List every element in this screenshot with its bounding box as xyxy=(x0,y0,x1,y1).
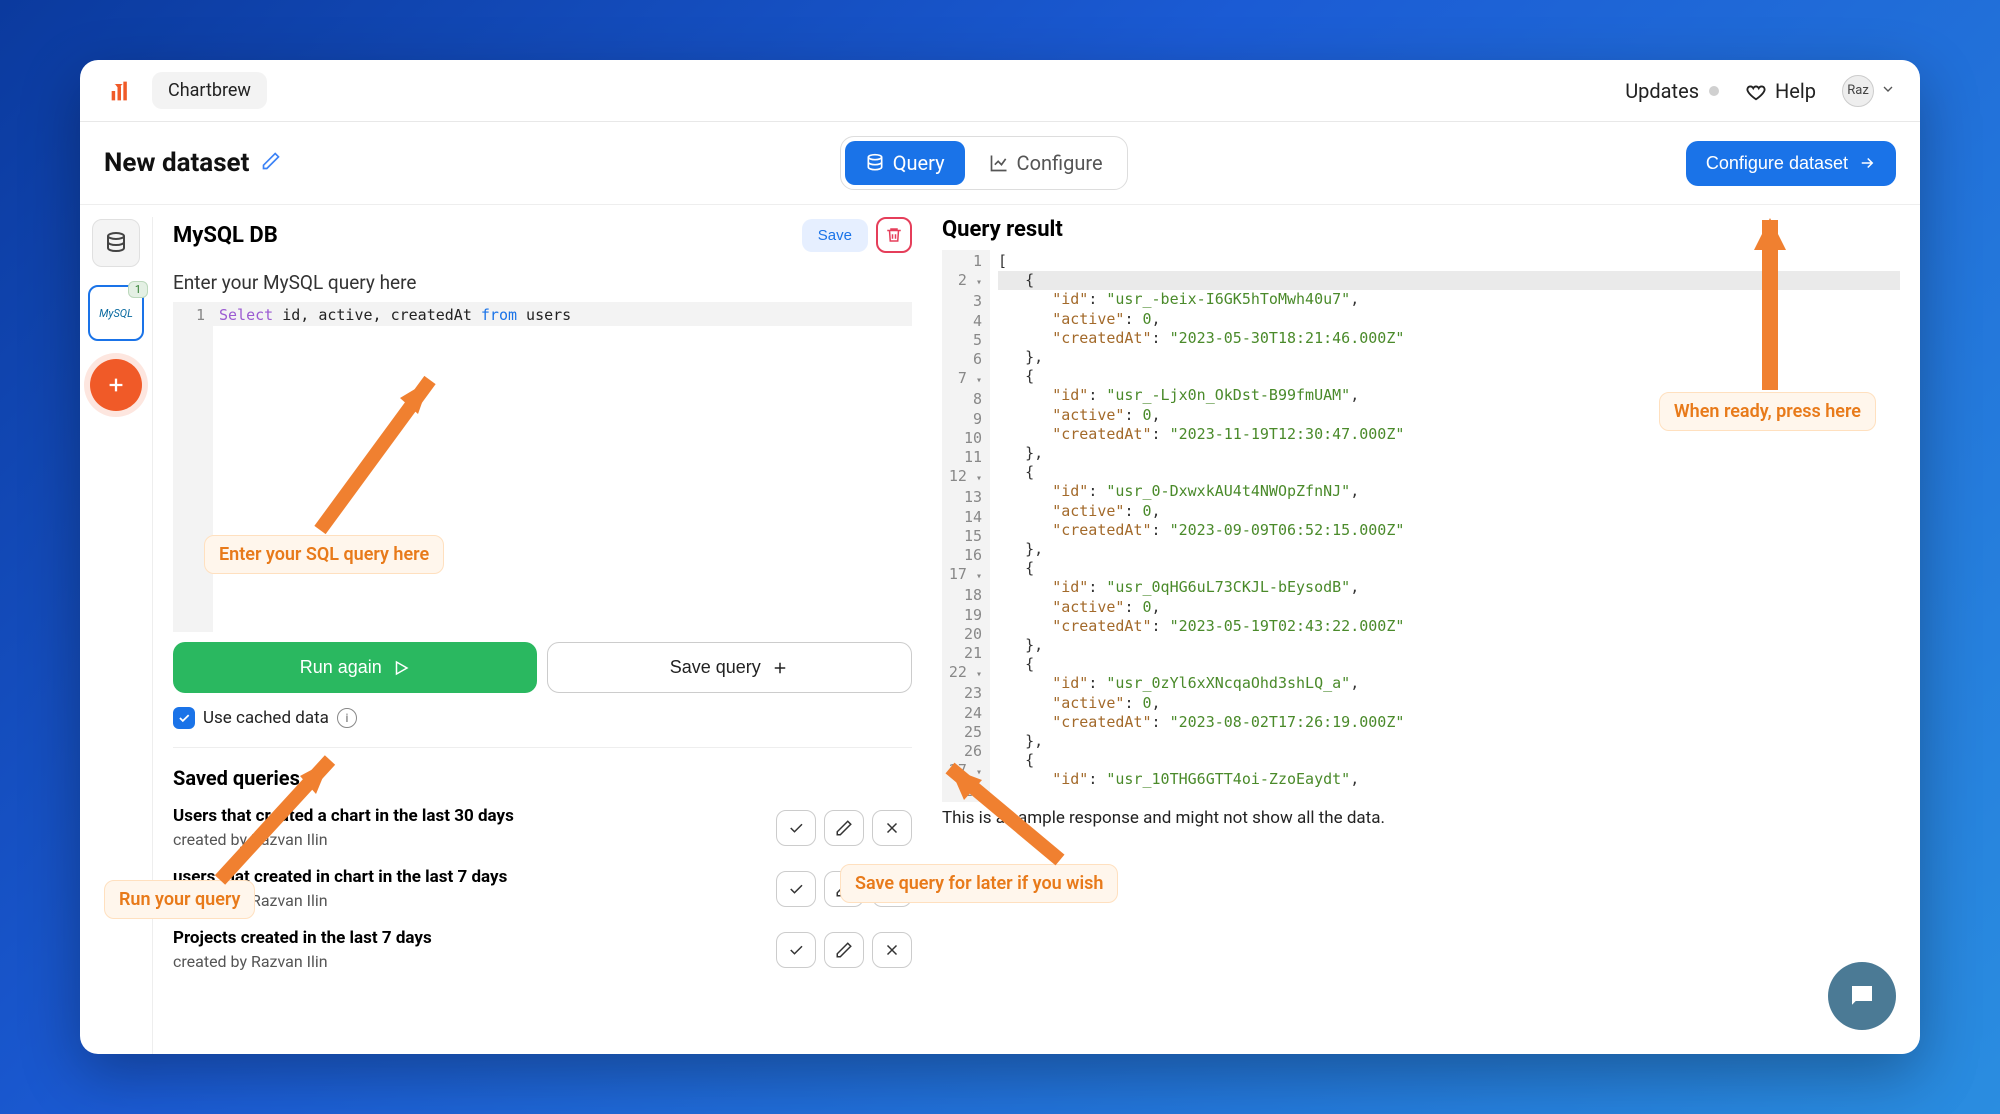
page-title: New dataset xyxy=(104,148,249,178)
connection-title: MySQL DB xyxy=(173,223,278,248)
pencil-icon xyxy=(835,941,853,959)
result-viewer[interactable]: 12 ▾34567 ▾89101112 ▾1314151617 ▾1819202… xyxy=(942,250,1900,802)
pencil-icon xyxy=(835,819,853,837)
help-link[interactable]: Help xyxy=(1745,79,1816,103)
edit-query-button[interactable] xyxy=(824,810,864,846)
play-icon xyxy=(392,659,410,677)
query-label: Enter your MySQL query here xyxy=(173,271,912,294)
saved-query-row: Projects created in the last 7 days crea… xyxy=(173,922,912,983)
user-menu[interactable]: Raz xyxy=(1842,75,1896,107)
trash-icon xyxy=(885,226,903,244)
pencil-icon[interactable] xyxy=(261,151,281,175)
cached-checkbox[interactable] xyxy=(173,707,195,729)
configure-dataset-button[interactable]: Configure dataset xyxy=(1686,141,1896,186)
remove-query-button[interactable] xyxy=(872,810,912,846)
chat-button[interactable] xyxy=(1828,962,1896,1030)
chart-icon xyxy=(989,153,1009,173)
save-query-button[interactable]: Save query xyxy=(547,642,913,693)
rail-card-label: MySQL xyxy=(99,307,133,320)
query-result-title: Query result xyxy=(942,217,1900,242)
tab-group: Query Configure xyxy=(840,136,1128,190)
left-rail: MySQL 1 xyxy=(80,205,152,1054)
subheader: New dataset Query Configure Configure da… xyxy=(80,122,1920,205)
logo-icon xyxy=(104,74,138,108)
tab-configure-label: Configure xyxy=(1017,151,1103,175)
configure-dataset-label: Configure dataset xyxy=(1706,153,1848,174)
editor-line: Select id, active, createdAt from users xyxy=(213,302,912,326)
saved-query-author: created by Razvan Ilin xyxy=(173,830,514,849)
database-icon xyxy=(104,231,128,255)
pencil-icon xyxy=(835,880,853,898)
arrow-right-icon xyxy=(1858,154,1876,172)
result-gutter: 12 ▾34567 ▾89101112 ▾1314151617 ▾1819202… xyxy=(942,250,990,802)
saved-query-name: Users that created a chart in the last 3… xyxy=(173,806,514,826)
saved-query-name: users that created in chart in the last … xyxy=(173,867,507,887)
saved-query-row: users that created in chart in the last … xyxy=(173,861,912,922)
rail-card-badge: 1 xyxy=(128,281,148,298)
cached-label: Use cached data xyxy=(203,708,329,728)
rail-database-button[interactable] xyxy=(92,219,140,267)
tab-query-label: Query xyxy=(893,151,945,175)
info-icon[interactable]: i xyxy=(337,708,357,728)
close-icon xyxy=(883,880,901,898)
avatar: Raz xyxy=(1842,75,1874,107)
topbar: Chartbrew Updates Help Raz xyxy=(80,60,1920,122)
editor-gutter: 1 xyxy=(173,302,213,632)
saved-queries-title: Saved queries xyxy=(173,766,912,790)
chat-icon xyxy=(1847,981,1877,1011)
database-icon xyxy=(865,153,885,173)
saved-query-author: created by Razvan Ilin xyxy=(173,891,507,910)
plus-icon xyxy=(105,374,127,396)
tab-query[interactable]: Query xyxy=(845,141,965,185)
apply-query-button[interactable] xyxy=(776,810,816,846)
updates-dot-icon xyxy=(1709,86,1719,96)
edit-query-button[interactable] xyxy=(824,932,864,968)
save-query-label: Save query xyxy=(670,657,761,678)
check-icon xyxy=(787,941,805,959)
tab-configure[interactable]: Configure xyxy=(969,141,1123,185)
apply-query-button[interactable] xyxy=(776,932,816,968)
result-code: [ { "id": "usr_-beix-I6GK5hToMwh40u7", "… xyxy=(990,250,1900,802)
remove-query-button[interactable] xyxy=(872,932,912,968)
check-icon xyxy=(787,819,805,837)
edit-query-button[interactable] xyxy=(824,871,864,907)
result-note: This is a sample response and might not … xyxy=(942,808,1900,828)
rail-connection-card[interactable]: MySQL 1 xyxy=(88,285,144,341)
brand-pill[interactable]: Chartbrew xyxy=(152,72,267,109)
check-icon xyxy=(787,880,805,898)
saved-query-row: Users that created a chart in the last 3… xyxy=(173,800,912,861)
run-again-button[interactable]: Run again xyxy=(173,642,537,693)
plus-icon xyxy=(771,659,789,677)
saved-query-author: created by Razvan Ilin xyxy=(173,952,432,971)
run-again-label: Run again xyxy=(300,657,382,678)
updates-link[interactable]: Updates xyxy=(1625,79,1719,103)
close-icon xyxy=(883,819,901,837)
check-icon xyxy=(177,711,191,725)
remove-query-button[interactable] xyxy=(872,871,912,907)
help-label: Help xyxy=(1775,79,1816,103)
saved-query-name: Projects created in the last 7 days xyxy=(173,928,432,948)
close-icon xyxy=(883,941,901,959)
apply-query-button[interactable] xyxy=(776,871,816,907)
sql-editor[interactable]: 1 Select id, active, createdAt from user… xyxy=(173,302,912,632)
chevron-down-icon xyxy=(1880,81,1896,101)
heart-hands-icon xyxy=(1745,80,1767,102)
updates-label: Updates xyxy=(1625,79,1699,103)
delete-button[interactable] xyxy=(876,217,912,253)
rail-add-button[interactable] xyxy=(90,359,142,411)
save-button[interactable]: Save xyxy=(802,219,868,252)
